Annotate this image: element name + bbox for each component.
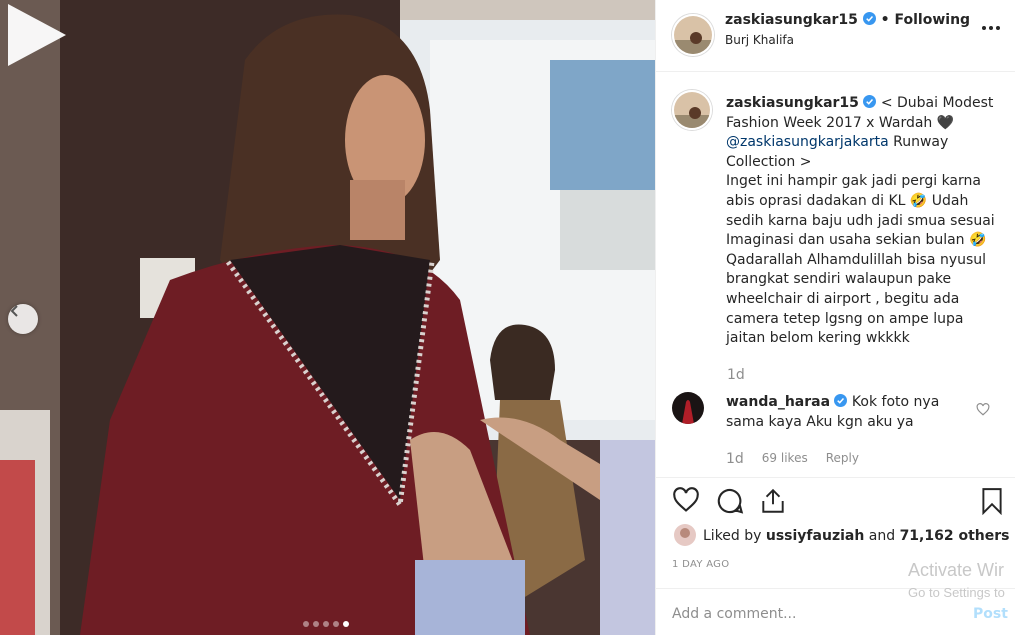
caption-avatar[interactable] xyxy=(672,90,712,130)
previous-media-button[interactable] xyxy=(8,304,38,334)
post-caption: zaskiasungkar15 < Dubai Modest Fashion W… xyxy=(726,94,996,349)
post-media[interactable] xyxy=(0,0,655,635)
liker-avatar[interactable] xyxy=(674,524,696,546)
caption-body: Inget ini hampir gak jadi pergi karna ab… xyxy=(726,173,995,347)
carousel-dot xyxy=(303,621,309,627)
heart-icon xyxy=(673,487,699,512)
comment-likes-count[interactable]: 69 likes xyxy=(762,451,808,467)
comment-username[interactable]: wanda_haraa xyxy=(726,394,830,410)
comment-meta: 1d 69 likes Reply xyxy=(726,451,859,467)
liked-by-prefix: Liked by xyxy=(703,528,766,544)
like-comment-button[interactable] xyxy=(976,403,990,420)
action-bar xyxy=(656,477,1015,517)
liked-by-middle: and xyxy=(864,528,900,544)
liked-by-others[interactable]: 71,162 others xyxy=(900,528,1010,544)
avatar-image xyxy=(674,524,696,546)
comment-avatar[interactable] xyxy=(672,392,704,424)
caption-username[interactable]: zaskiasungkar15 xyxy=(726,95,859,111)
carousel-dot xyxy=(313,621,319,627)
carousel-dot-active xyxy=(343,621,349,627)
add-comment-input[interactable] xyxy=(672,606,922,622)
save-button[interactable] xyxy=(981,487,1003,519)
carousel-dot xyxy=(333,621,339,627)
post-header: zaskiasungkar15 • Following Burj Khalifa xyxy=(656,0,1015,72)
post-photo xyxy=(0,0,655,635)
post-comment-button[interactable]: Post xyxy=(973,606,1008,622)
more-options-button[interactable] xyxy=(981,20,1001,41)
play-icon[interactable] xyxy=(0,0,70,70)
carousel-dot xyxy=(323,621,329,627)
like-button[interactable] xyxy=(672,487,700,517)
more-horizontal-icon xyxy=(982,26,1000,30)
post-sidebar: zaskiasungkar15 • Following Burj Khalifa… xyxy=(655,0,1015,635)
watermark-title: Activate Wir xyxy=(908,560,1005,580)
reply-button[interactable]: Reply xyxy=(826,451,859,467)
avatar-image xyxy=(672,392,704,424)
bookmark-icon xyxy=(982,488,1002,516)
header-user-line: zaskiasungkar15 • Following xyxy=(725,12,970,28)
carousel-dots xyxy=(303,621,349,627)
comment-bubble-icon xyxy=(717,488,744,514)
verified-badge-icon xyxy=(863,95,877,108)
comment-time[interactable]: 1d xyxy=(726,451,744,467)
chevron-left-icon xyxy=(10,305,18,317)
liked-by-user[interactable]: ussiyfauziah xyxy=(766,528,864,544)
comment-item: wanda_haraa Kok foto nya sama kaya Aku k… xyxy=(726,393,966,432)
liked-by: Liked by ussiyfauziah and 71,162 others xyxy=(703,528,1009,544)
post-timestamp[interactable]: 1 DAY AGO xyxy=(672,559,729,570)
heart-icon xyxy=(976,403,990,416)
share-icon xyxy=(762,488,784,513)
caption-time[interactable]: 1d xyxy=(727,367,745,383)
verified-badge-icon xyxy=(862,12,876,25)
verified-badge-icon xyxy=(834,394,848,407)
avatar-image xyxy=(674,16,712,54)
watermark-subtitle: Go to Settings to xyxy=(908,585,1005,600)
header-username[interactable]: zaskiasungkar15 xyxy=(725,12,858,28)
location-link[interactable]: Burj Khalifa xyxy=(725,33,794,47)
avatar-image xyxy=(674,92,710,128)
activate-windows-watermark: Activate Wir Go to Settings to xyxy=(908,560,1005,600)
caption-mention-link[interactable]: @zaskiasungkarjakarta xyxy=(726,134,889,150)
share-button[interactable] xyxy=(760,487,786,519)
separator-dot: • xyxy=(880,12,890,28)
comment-button[interactable] xyxy=(716,487,744,519)
following-button[interactable]: Following xyxy=(895,12,971,28)
avatar[interactable] xyxy=(672,14,714,56)
